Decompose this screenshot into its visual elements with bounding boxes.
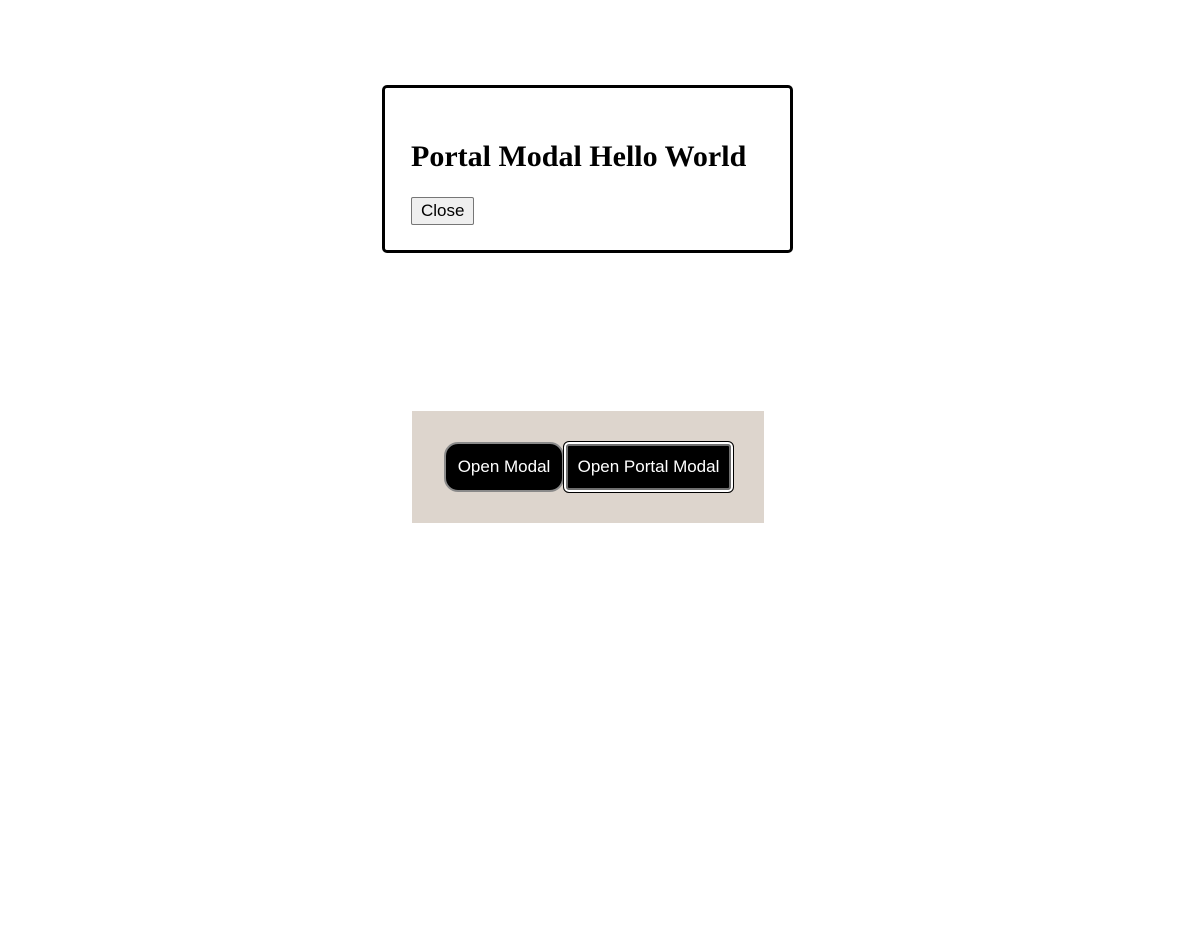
close-button[interactable]: Close: [411, 197, 475, 225]
page: Portal Modal Hello World Close Open Moda…: [0, 0, 1177, 933]
modal-title: Portal Modal Hello World: [411, 140, 747, 173]
open-portal-modal-button[interactable]: Open Portal Modal: [563, 441, 734, 493]
button-panel: Open Modal Open Portal Modal: [412, 411, 764, 523]
open-modal-button[interactable]: Open Modal: [444, 442, 564, 492]
portal-modal-dialog: Portal Modal Hello World Close: [382, 85, 793, 253]
